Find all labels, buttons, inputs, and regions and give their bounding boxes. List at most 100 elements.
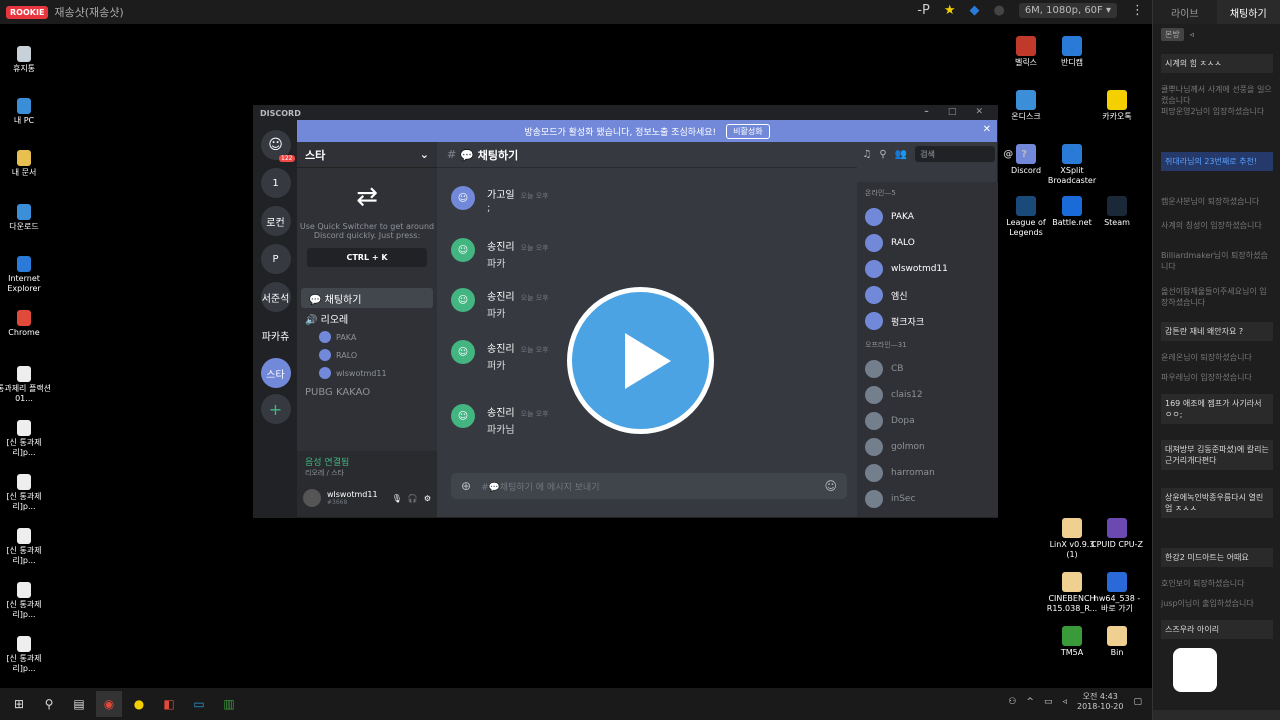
desktop-icon[interactable]: 통과제리 플랙션 01...: [0, 366, 52, 404]
emoji-icon[interactable]: ☺: [824, 479, 837, 493]
xsplit-taskbar-icon[interactable]: ◧: [156, 691, 182, 717]
tab-live[interactable]: 라이브: [1153, 0, 1217, 24]
member-item[interactable]: clais12: [865, 382, 990, 408]
message-author[interactable]: 송진리: [487, 292, 515, 303]
voice-user[interactable]: RALO: [297, 346, 437, 364]
discord-home-icon[interactable]: ☺ 122: [260, 130, 295, 162]
play-button[interactable]: [567, 287, 714, 434]
kakaotalk-taskbar-icon[interactable]: ●: [126, 691, 152, 717]
desktop-icon[interactable]: hw64_538 - 바로 가기: [1089, 572, 1145, 614]
desktop-icon[interactable]: XSplit Broadcaster: [1044, 144, 1100, 186]
more-icon[interactable]: ⋮: [1131, 3, 1144, 18]
member-item[interactable]: CB: [865, 356, 990, 382]
desktop-icon[interactable]: [신 통과제리]p...: [0, 420, 52, 458]
discord-avatar-icon[interactable]: ☺: [451, 404, 475, 428]
member-item[interactable]: Dopa: [865, 408, 990, 434]
camera-icon[interactable]: ●: [993, 3, 1004, 18]
guild-icon[interactable]: P: [260, 244, 291, 274]
member-item[interactable]: wlswotmd11: [865, 256, 990, 282]
task-view-icon[interactable]: ▤: [66, 691, 92, 717]
close-icon[interactable]: ✕: [983, 124, 991, 135]
window-controls[interactable]: – □ ✕: [924, 107, 991, 117]
guild-icon[interactable]: 서준석: [260, 282, 291, 312]
message-author[interactable]: 송진리: [487, 408, 515, 419]
tab-chat[interactable]: 채팅하기: [1216, 0, 1280, 24]
avatar: [865, 464, 883, 482]
star-icon[interactable]: ★: [944, 3, 956, 18]
help-icon[interactable]: ?: [1021, 149, 1027, 160]
desktop-app-icon: [17, 256, 31, 272]
member-item[interactable]: RALO: [865, 230, 990, 256]
channel-item[interactable]: 💬 채팅하기: [301, 288, 433, 308]
desktop-icon[interactable]: Chrome: [0, 310, 52, 338]
quality-select[interactable]: 6M, 1080p, 60F ▾: [1018, 3, 1117, 18]
member-item[interactable]: harroman: [865, 460, 990, 486]
p-icon[interactable]: -P: [917, 3, 930, 18]
app-taskbar-icon[interactable]: ▥: [216, 691, 242, 717]
bell-icon[interactable]: ♫: [862, 149, 871, 160]
desktop-icon[interactable]: 내 PC: [0, 98, 52, 126]
monitor-taskbar-icon[interactable]: ▭: [186, 691, 212, 717]
member-item[interactable]: inSec: [865, 486, 990, 512]
speaker-icon[interactable]: ◃: [1190, 30, 1194, 39]
search-icon[interactable]: ⚲: [36, 691, 62, 717]
desktop-icon[interactable]: 다운로드: [0, 204, 52, 232]
desktop-icon[interactable]: [신 통과제리]p...: [0, 528, 52, 566]
people-icon[interactable]: ⚇: [1008, 697, 1016, 707]
upload-icon[interactable]: ⊕: [461, 479, 471, 493]
chrome-taskbar-icon[interactable]: ◉: [96, 691, 122, 717]
gear-icon[interactable]: ⚙: [424, 494, 431, 503]
desktop-icon[interactable]: Steam: [1089, 196, 1145, 228]
desktop-icon[interactable]: Bin: [1089, 626, 1145, 658]
desktop-icon[interactable]: [신 통과제리]p...: [0, 636, 52, 674]
desktop-icon[interactable]: 온디스크: [998, 90, 1054, 122]
add-server-icon[interactable]: +: [260, 394, 291, 424]
voice-user[interactable]: wlswotmd11: [297, 364, 437, 382]
channel-item[interactable]: 🔊 리오레: [297, 308, 437, 328]
desktop-app-icon: [17, 528, 31, 544]
discord-avatar-icon[interactable]: ☺: [451, 340, 475, 364]
avatar[interactable]: [303, 489, 321, 507]
member-item[interactable]: golmon: [865, 434, 990, 460]
tray-chevron-icon[interactable]: ^: [1026, 697, 1034, 707]
guild-icon[interactable]: 로컨: [260, 206, 291, 236]
member-item[interactable]: 펑크자크: [865, 308, 990, 334]
clock[interactable]: 오전 4:43 2018-10-20: [1077, 692, 1124, 712]
desktop-icon[interactable]: 내 문서: [0, 150, 52, 178]
desktop-icon[interactable]: 카카오톡: [1089, 90, 1145, 122]
voice-user[interactable]: PAKA: [297, 328, 437, 346]
server-name[interactable]: 스타 ⌄: [297, 142, 437, 168]
desktop-icon[interactable]: [신 통과제리]p...: [0, 582, 52, 620]
notifications-icon[interactable]: ▢: [1133, 697, 1142, 707]
discord-avatar-icon[interactable]: ☺: [451, 238, 475, 262]
network-icon[interactable]: ▭: [1044, 697, 1053, 707]
pin-icon[interactable]: ⚲: [879, 149, 886, 160]
desktop-icon[interactable]: Internet Explorer: [0, 256, 52, 294]
discord-avatar-icon[interactable]: ☺: [451, 288, 475, 312]
message-author[interactable]: 송진리: [487, 344, 515, 355]
windows-start-icon[interactable]: ⊞: [6, 691, 32, 717]
volume-icon[interactable]: ◃: [1062, 697, 1067, 707]
desktop-icon[interactable]: CPUID CPU-Z: [1089, 518, 1145, 550]
guild-icon[interactable]: 스타: [260, 358, 291, 388]
member-item[interactable]: 엠신: [865, 282, 990, 308]
mention-icon[interactable]: @: [1003, 149, 1013, 160]
desktop-icon[interactable]: 반디캠: [1044, 36, 1100, 68]
message-author[interactable]: 가고일: [487, 190, 515, 201]
headphones-icon[interactable]: 🎧: [408, 494, 418, 503]
member-item[interactable]: PAKA: [865, 204, 990, 230]
disable-streamer-mode-button[interactable]: 비활성화: [726, 123, 770, 139]
microphone-icon[interactable]: 🎙: [392, 494, 402, 503]
gift-icon[interactable]: ◆: [969, 3, 979, 18]
desktop-icon[interactable]: 휴지통: [0, 46, 52, 74]
channel-item[interactable]: PUBG KAKAO: [297, 382, 437, 402]
message-composer[interactable]: ⊕ #💬채팅하기 에 메시지 보내기 ☺: [451, 473, 847, 499]
guild-icon[interactable]: 1: [260, 168, 291, 198]
filter-pill[interactable]: 본방: [1161, 27, 1184, 41]
members-icon[interactable]: 👥: [895, 149, 907, 160]
search-input[interactable]: 검색: [915, 146, 996, 162]
discord-avatar-icon[interactable]: ☺: [451, 186, 475, 210]
message-author[interactable]: 송진리: [487, 242, 515, 253]
desktop-icon[interactable]: [신 통과제리]p...: [0, 474, 52, 512]
guild-icon[interactable]: 파카츄: [261, 320, 291, 350]
